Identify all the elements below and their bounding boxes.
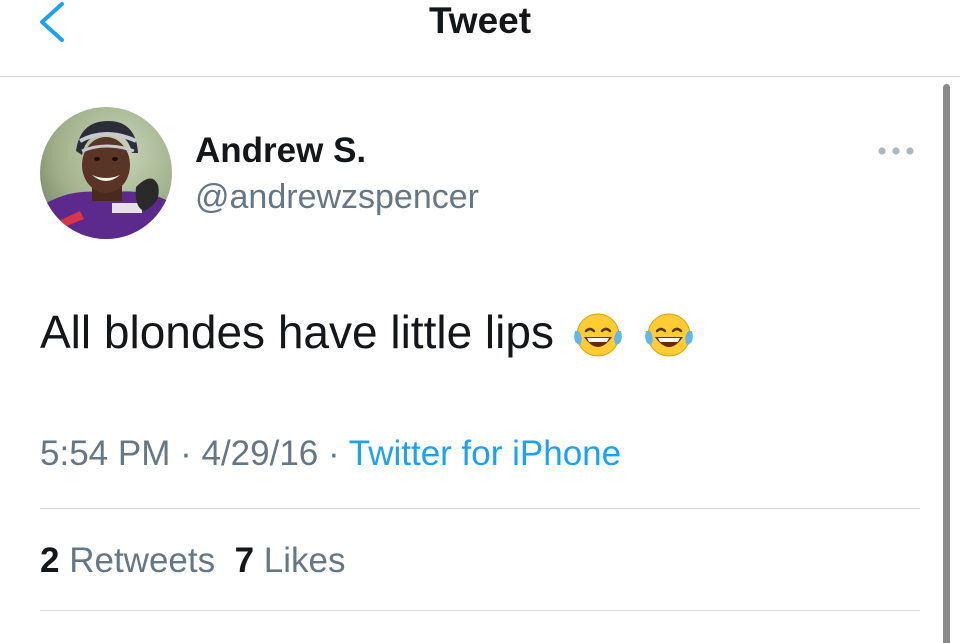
avatar-image xyxy=(40,107,172,239)
likes-count: 7 xyxy=(234,541,255,580)
tweet-detail-screen: Tweet Andrew S. @andrewzspencer All blon… xyxy=(0,0,960,643)
author-handle[interactable]: @andrewzspencer xyxy=(195,177,479,217)
author-name[interactable]: Andrew S. xyxy=(195,131,366,171)
retweets-count: 2 xyxy=(40,541,60,580)
face-with-tears-of-joy-icon xyxy=(573,313,622,357)
tweet-date: 4/29/16 xyxy=(201,434,319,473)
tweet-text: All blondes have little lips xyxy=(40,306,554,358)
retweets-label: Retweets xyxy=(69,541,216,580)
likes-stat[interactable]: 7 Likes xyxy=(235,541,346,580)
tweet-source-link[interactable]: Twitter for iPhone xyxy=(349,434,621,473)
meta-separator: · xyxy=(180,434,192,473)
more-options-button[interactable] xyxy=(872,140,920,162)
tweet-stats: 2 Retweets 7 Likes xyxy=(40,539,345,583)
tweet-time: 5:54 PM xyxy=(40,434,171,473)
tweet-body: All blondes have little lips xyxy=(40,304,696,361)
divider xyxy=(40,610,920,611)
divider xyxy=(40,508,920,509)
face-with-tears-of-joy-icon xyxy=(644,313,693,357)
nav-header: Tweet xyxy=(0,0,960,77)
likes-label: Likes xyxy=(263,541,346,580)
tweet-meta: 5:54 PM · 4/29/16 · Twitter for iPhone xyxy=(40,432,621,476)
retweets-stat[interactable]: 2 Retweets xyxy=(40,541,215,580)
avatar[interactable] xyxy=(40,107,172,239)
page-title: Tweet xyxy=(428,0,532,41)
meta-separator: · xyxy=(328,434,340,473)
scrollbar[interactable] xyxy=(943,84,950,643)
more-dots-icon xyxy=(878,147,914,155)
